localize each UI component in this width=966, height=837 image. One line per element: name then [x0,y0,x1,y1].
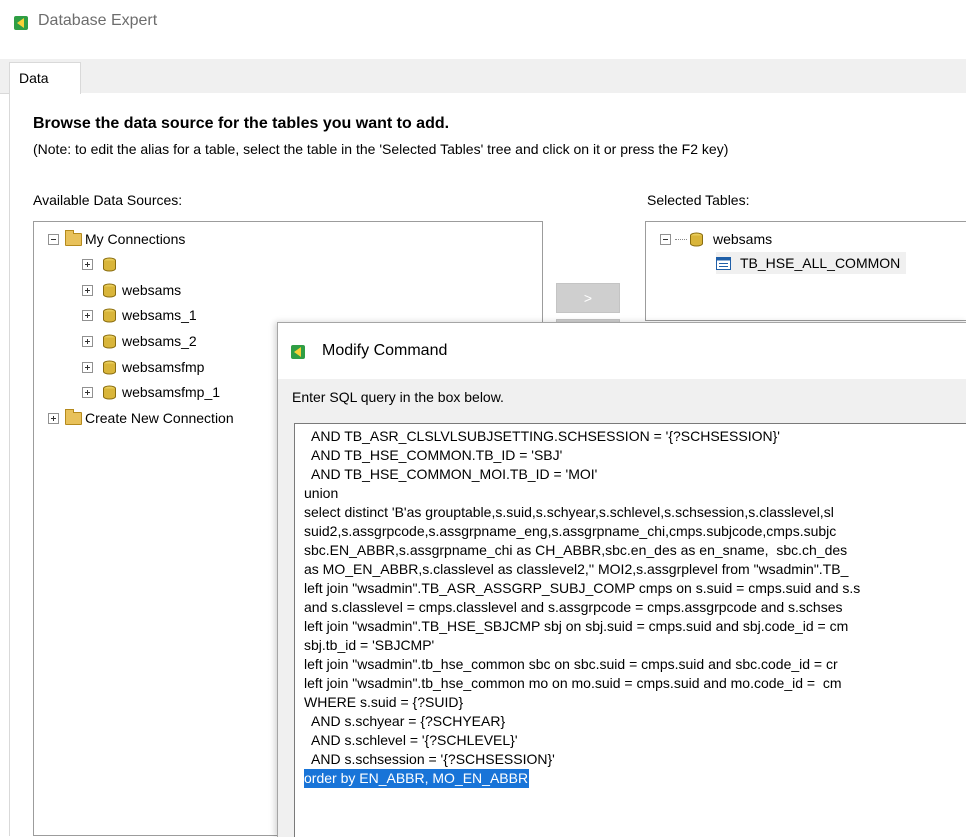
selected-tables-label: Selected Tables: [647,192,750,208]
sql-line: as MO_EN_ABBR,s.classlevel as classlevel… [304,561,849,577]
tree-node-create-new-connection[interactable]: Create New Connection [48,407,234,429]
sql-line: left join "wsadmin".tb_hse_common mo on … [304,675,842,691]
sql-line: AND TB_HSE_COMMON_MOI.TB_ID = 'MOI' [304,466,598,482]
folder-icon [65,229,82,246]
crystal-reports-icon [291,345,305,359]
tree-node-connection[interactable] [82,253,122,275]
sql-line: union [304,485,339,501]
database-icon [103,283,116,298]
tree-node-label: websams [122,282,182,298]
database-icon [103,334,116,349]
page-heading: Browse the data source for the tables yo… [33,115,450,132]
tree-node-label: websamsfmp_1 [122,384,221,400]
sql-line: AND s.schyear = {?SCHYEAR} [304,713,506,729]
table-icon [716,256,731,270]
alias-note: (Note: to edit the alias for a table, se… [33,141,729,157]
available-data-sources-label: Available Data Sources: [33,192,183,208]
tree-node-label: My Connections [85,231,186,247]
tree-node-my-connections[interactable]: My Connections [48,228,185,250]
sql-query-textarea[interactable]: AND TB_ASR_CLSLVLSUBJSETTING.SCHSESSION … [294,423,966,837]
sql-line: sbj.tb_id = 'SBJCMP' [304,637,435,653]
tree-node-label: websams [713,231,773,247]
tree-node-connection[interactable]: websams_1 [82,304,197,326]
folder-icon [65,408,82,425]
selected-connection-node[interactable]: websams [660,228,772,250]
dialog-title-bar: Modify Command [278,323,966,379]
tab-data[interactable]: Data [9,62,81,94]
database-icon [103,385,116,400]
sql-line: AND TB_HSE_COMMON.TB_ID = 'SBJ' [304,447,563,463]
tree-connector [675,238,687,240]
window-title: Database Expert [38,12,158,29]
sql-line: and s.classlevel = cmps.classlevel and s… [304,599,843,615]
tree-node-connection[interactable]: websamsfmp_1 [82,381,220,403]
database-icon [103,360,116,375]
sql-line: left join "wsadmin".TB_HSE_SBJCMP sbj on… [304,618,849,634]
sql-line: left join "wsadmin".TB_ASR_ASSGRP_SUBJ_C… [304,580,861,596]
sql-line: WHERE s.suid = {?SUID} [304,694,464,710]
expand-icon[interactable] [82,284,93,296]
sql-prompt: Enter SQL query in the box below. [292,389,504,405]
sql-line: AND TB_ASR_CLSLVLSUBJSETTING.SCHSESSION … [304,428,780,444]
sql-line: select distinct 'B'as grouptable,s.suid,… [304,504,834,520]
modify-command-dialog: Modify Command Enter SQL query in the bo… [277,322,966,837]
expand-icon[interactable] [82,361,93,373]
database-icon [103,257,116,272]
database-icon [690,232,703,247]
expand-icon[interactable] [48,412,59,424]
dialog-title: Modify Command [322,342,448,359]
expand-icon[interactable] [82,258,93,270]
database-icon [103,308,116,323]
tab-strip [0,59,966,94]
tree-node-label: websams_2 [122,333,197,349]
tab-data-label: Data [19,70,49,86]
window-title-bar: Database Expert [0,0,966,44]
expand-icon[interactable] [82,309,93,321]
tree-node-label: websamsfmp [122,359,205,375]
selected-table-node[interactable]: TB_HSE_ALL_COMMON [716,252,907,274]
tree-node-connection[interactable]: websams_2 [82,330,197,352]
sql-line: suid2,s.assgrpcode,s.assgrpname_eng,s.as… [304,523,837,539]
expand-icon[interactable] [82,386,93,398]
collapse-icon[interactable] [48,233,59,245]
add-table-button[interactable]: > [556,283,620,313]
sql-line-selected: order by EN_ABBR, MO_EN_ABBR [304,769,530,788]
tree-node-connection[interactable]: websamsfmp [82,356,204,378]
tree-node-label: websams_1 [122,307,197,323]
sql-line: AND s.schlevel = '{?SCHLEVEL}' [304,732,518,748]
collapse-icon[interactable] [660,233,671,245]
sql-line: sbc.EN_ABBR,s.assgrpname_chi as CH_ABBR,… [304,542,848,558]
database-expert-icon [14,16,28,30]
expand-icon[interactable] [82,335,93,347]
sql-line: AND s.schsession = '{?SCHSESSION}' [304,751,555,767]
sql-line: left join "wsadmin".tb_hse_common sbc on… [304,656,838,672]
tree-node-connection[interactable]: websams [82,279,181,301]
tree-node-label: TB_HSE_ALL_COMMON [740,255,901,271]
tree-node-label: Create New Connection [85,410,234,426]
